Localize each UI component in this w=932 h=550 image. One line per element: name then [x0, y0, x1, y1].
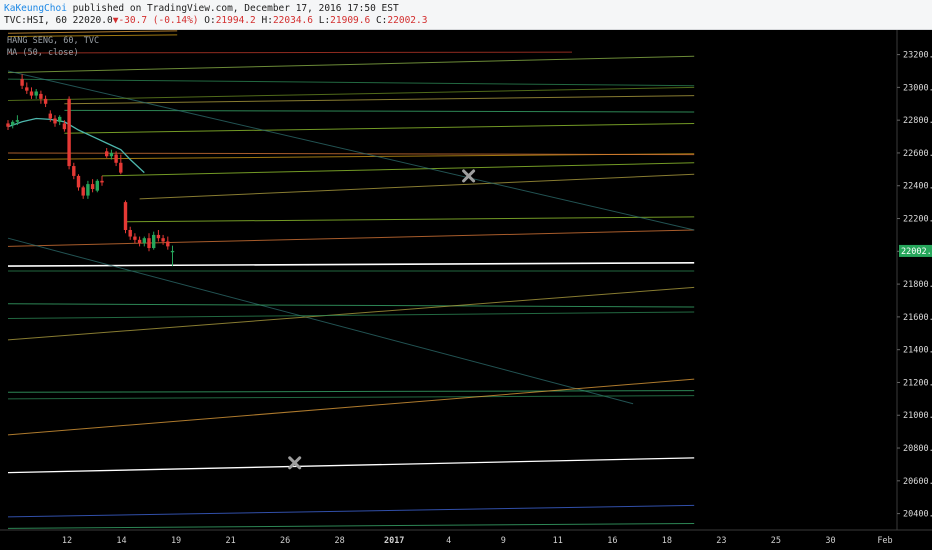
- price-tick-label: 20800.0: [903, 444, 932, 454]
- candle-body[interactable]: [100, 180, 104, 183]
- time-tick-label: 11: [553, 536, 563, 546]
- price-tick-label: 21200.0: [903, 378, 932, 388]
- close-value: 22002.3: [387, 15, 428, 26]
- candle-body[interactable]: [166, 241, 170, 247]
- price-chart[interactable]: 20400.0 20600.0 20800.0 21000.0 21200.0 21400…: [0, 30, 932, 550]
- candle-body[interactable]: [133, 236, 137, 240]
- time-tick-label: 28: [335, 536, 345, 546]
- candle-body[interactable]: [142, 238, 146, 244]
- candle-body[interactable]: [20, 79, 24, 86]
- last-price-label: 22002.3: [899, 244, 932, 257]
- candle-body[interactable]: [170, 250, 175, 253]
- candle-body[interactable]: [152, 234, 156, 249]
- legend-ma: MA (50, close): [7, 48, 79, 58]
- last-price-value: 22002.3: [901, 247, 932, 257]
- price-tick-label: 20400.0: [903, 510, 932, 520]
- candle-body[interactable]: [119, 162, 123, 173]
- candle-body[interactable]: [105, 151, 109, 157]
- candle-body[interactable]: [114, 154, 118, 163]
- close-label: C:: [375, 15, 388, 26]
- candle-body[interactable]: [161, 238, 165, 242]
- time-tick-label: 30: [825, 536, 835, 546]
- price-tick-label: 21600.0: [903, 313, 932, 323]
- candle-body[interactable]: [81, 187, 85, 196]
- candle-body[interactable]: [53, 118, 57, 124]
- publish-info: KaKeungChoi published on TradingView.com…: [4, 3, 399, 14]
- candle-body[interactable]: [62, 123, 67, 130]
- candle-body[interactable]: [34, 91, 38, 96]
- change-value: -30.7 (-0.14%): [118, 15, 199, 26]
- ohlc-info: TVC:HSI, 60 22020.0▼-30.7 (-0.14%) O:219…: [4, 15, 427, 26]
- time-tick-label: 16: [607, 536, 617, 546]
- candle-body[interactable]: [48, 113, 52, 119]
- time-tick-label: 19: [171, 536, 181, 546]
- time-tick-label: 26: [280, 536, 290, 546]
- candle-body[interactable]: [43, 98, 48, 104]
- price-tick-label: 21400.0: [903, 346, 932, 356]
- author-link[interactable]: KaKeungChoi: [4, 3, 67, 14]
- price-tick-label: 23200.0: [903, 51, 932, 61]
- price-tick-label: 20600.0: [903, 477, 932, 487]
- candle-body[interactable]: [123, 202, 128, 230]
- low-value: 21909.6: [330, 15, 371, 26]
- time-tick-label: 23: [716, 536, 726, 546]
- time-tick-label: 25: [771, 536, 781, 546]
- symbol-label: TVC:HSI, 60: [4, 15, 67, 26]
- candle-body[interactable]: [95, 180, 99, 191]
- last-price: 22020.0: [72, 15, 113, 26]
- candle-body[interactable]: [15, 120, 20, 122]
- candle-body[interactable]: [58, 116, 62, 122]
- high-value: 22034.6: [272, 15, 313, 26]
- candle-body[interactable]: [39, 93, 43, 99]
- publish-header: KaKeungChoi published on TradingView.com…: [0, 0, 932, 30]
- published-text: published on TradingView.com, December 1…: [72, 3, 399, 14]
- open-label: O:: [204, 15, 216, 26]
- time-tick-label: Feb: [877, 536, 892, 546]
- time-tick-label: 2017: [384, 536, 404, 546]
- candle-body[interactable]: [147, 238, 151, 249]
- price-tick-label: 22400.0: [903, 182, 932, 192]
- legend-symbol: HANG SENG, 60, TVC: [7, 36, 99, 46]
- candle-body[interactable]: [29, 91, 34, 96]
- low-label: L:: [318, 15, 331, 26]
- candle-body[interactable]: [11, 121, 15, 126]
- candle-body[interactable]: [86, 184, 90, 196]
- candle-body[interactable]: [156, 234, 161, 239]
- price-tick-label: 21000.0: [903, 411, 932, 421]
- time-tick-label: 14: [116, 536, 126, 546]
- high-label: H:: [261, 15, 273, 26]
- time-tick-label: 21: [225, 536, 235, 546]
- candle-body[interactable]: [90, 184, 95, 190]
- time-tick-label: 9: [501, 536, 506, 546]
- open-value: 21994.2: [215, 15, 256, 26]
- price-tick-label: 22600.0: [903, 149, 932, 159]
- chart-background: [0, 30, 932, 550]
- time-tick-label: 12: [62, 536, 72, 546]
- candle-body[interactable]: [137, 239, 142, 244]
- candle-body[interactable]: [128, 230, 132, 237]
- candle-body[interactable]: [67, 98, 71, 167]
- candle-body[interactable]: [76, 175, 81, 188]
- time-tick-label: 18: [662, 536, 672, 546]
- time-tick-label: 4: [446, 536, 451, 546]
- price-tick-label: 21800.0: [903, 280, 932, 290]
- candle-body[interactable]: [6, 123, 10, 127]
- price-tick-label: 22200.0: [903, 215, 932, 225]
- candle-body[interactable]: [25, 87, 29, 91]
- candle-body[interactable]: [72, 166, 76, 176]
- price-axis[interactable]: 20400.0 20600.0 20800.0 21000.0 21200.0 21400…: [897, 51, 932, 520]
- price-tick-label: 22800.0: [903, 116, 932, 126]
- price-tick-label: 23000.0: [903, 83, 932, 93]
- candle-body[interactable]: [109, 152, 114, 157]
